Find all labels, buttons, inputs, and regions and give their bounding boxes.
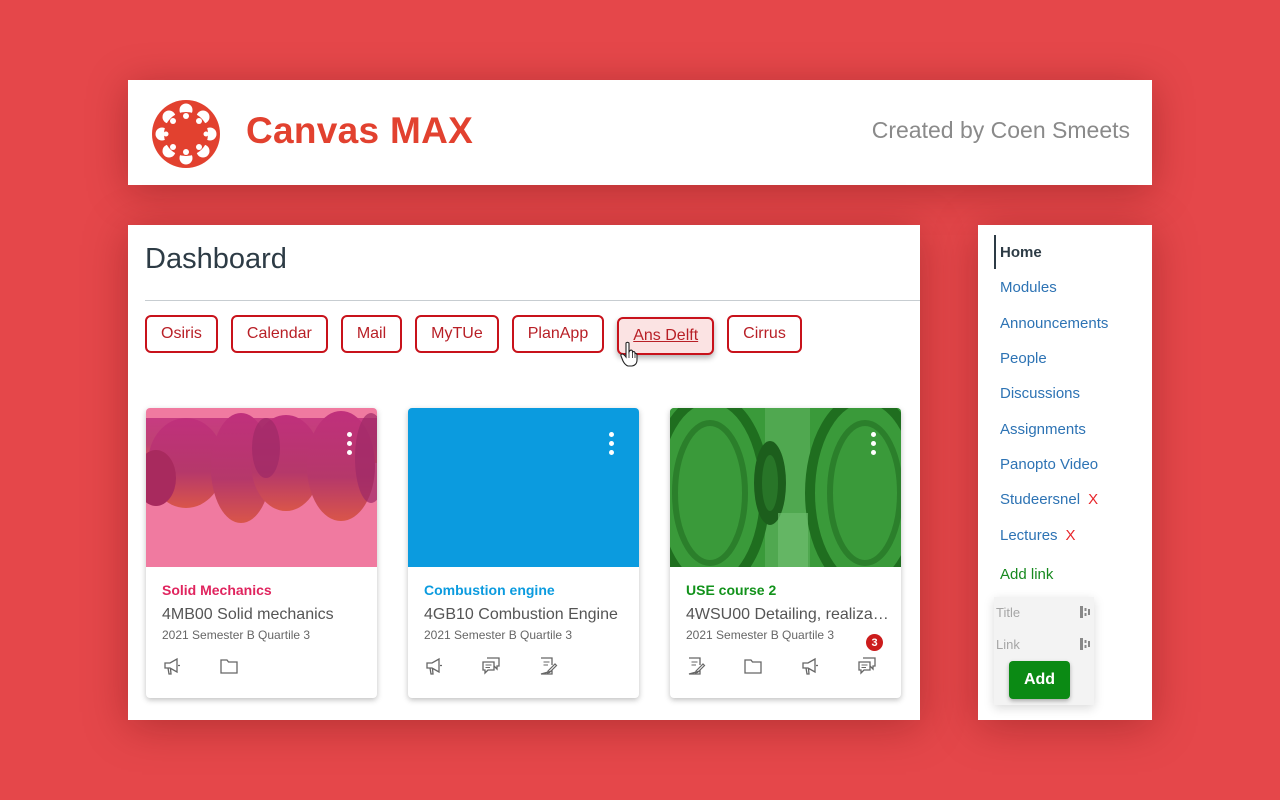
add-link-toggle[interactable]: Add link (1000, 566, 1053, 583)
link-title-input[interactable] (996, 601, 1090, 623)
app-title: Canvas MAX (246, 110, 474, 151)
canvas-max-logo-icon (152, 100, 220, 168)
course-card[interactable]: USE course 2 4WSU00 Detailing, realizati… (670, 408, 901, 698)
card-options-icon[interactable] (347, 432, 353, 455)
page-title: Dashboard (145, 243, 287, 275)
assignments-icon[interactable] (686, 656, 706, 676)
quick-link-cirrus[interactable]: Cirrus (727, 315, 802, 353)
nav-item-modules[interactable]: Modules (994, 270, 1108, 305)
announcements-icon[interactable] (162, 656, 182, 676)
quick-link-mytue[interactable]: MyTUe (415, 315, 499, 353)
nav-item-label: Assignments (1000, 420, 1086, 438)
course-cards: Solid Mechanics 4MB00 Solid mechanics 20… (146, 408, 901, 698)
remove-link-icon[interactable]: X (1088, 491, 1098, 508)
course-card-image[interactable] (670, 408, 901, 567)
card-options-icon[interactable] (609, 432, 615, 455)
unread-badge: 3 (866, 634, 883, 651)
header-banner: Canvas MAX Created by Coen Smeets (128, 80, 1152, 185)
add-link-form: Add (994, 597, 1094, 705)
nav-item-lectures[interactable]: Lectures X (994, 517, 1108, 552)
nav-item-label: Panopto Video (1000, 455, 1099, 473)
course-card[interactable]: Solid Mechanics 4MB00 Solid mechanics 20… (146, 408, 377, 698)
course-card[interactable]: Combustion engine 4GB10 Combustion Engin… (408, 408, 639, 698)
hand-cursor-icon (620, 341, 638, 367)
nav-item-discussions[interactable]: Discussions (994, 376, 1108, 411)
nav-item-home[interactable]: Home (994, 235, 1108, 270)
nav-item-label: Modules (1000, 279, 1057, 297)
password-manager-icon[interactable] (1080, 638, 1090, 650)
discussions-icon[interactable]: 3 (857, 634, 883, 676)
card-action-icons (162, 656, 239, 676)
course-card-image[interactable] (408, 408, 639, 567)
nav-item-assignments[interactable]: Assignments (994, 411, 1108, 446)
nav-item-label: Home (1000, 244, 1042, 262)
nav-item-label: People (1000, 350, 1047, 368)
nav-item-label: Lectures (1000, 526, 1058, 544)
course-name: 4GB10 Combustion Engine (424, 606, 618, 623)
discussions-icon[interactable] (481, 656, 501, 676)
course-name: 4MB00 Solid mechanics (162, 606, 334, 623)
card-options-icon[interactable] (871, 432, 877, 455)
quick-link-osiris[interactable]: Osiris (145, 315, 218, 353)
course-nav: Home Modules Announcements People Discus… (994, 235, 1108, 553)
card-action-icons: 3 (686, 634, 883, 676)
quick-link-mail[interactable]: Mail (340, 315, 403, 353)
course-nickname[interactable]: Combustion engine (424, 582, 555, 598)
crankshaft-image-icon (146, 411, 377, 523)
nav-item-label: Announcements (1000, 314, 1109, 332)
quick-link-planapp[interactable]: PlanApp (511, 315, 605, 353)
course-term: 2021 Semester B Quartile 3 (424, 628, 573, 642)
nav-item-people[interactable]: People (994, 341, 1108, 376)
course-card-image[interactable] (146, 408, 377, 567)
course-term: 2021 Semester B Quartile 3 (686, 628, 835, 642)
card-action-icons (424, 656, 558, 676)
nav-item-announcements[interactable]: Announcements (994, 306, 1108, 341)
link-url-input[interactable] (996, 633, 1090, 655)
title-divider (145, 300, 920, 301)
nav-item-studeersnel[interactable]: Studeersnel X (994, 482, 1108, 517)
files-icon[interactable] (743, 656, 763, 676)
nav-item-label: Discussions (1000, 385, 1081, 403)
course-navigation-panel: Home Modules Announcements People Discus… (978, 225, 1152, 720)
password-manager-icon[interactable] (1080, 606, 1090, 618)
remove-link-icon[interactable]: X (1066, 527, 1076, 544)
author-credit: Created by Coen Smeets (871, 117, 1130, 143)
add-link-button[interactable]: Add (1009, 661, 1070, 699)
quick-link-calendar[interactable]: Calendar (230, 315, 328, 353)
detector-image-icon (670, 408, 901, 567)
dashboard-panel: Dashboard Osiris Calendar Mail MyTUe Pla… (128, 225, 920, 720)
assignments-icon[interactable] (538, 656, 558, 676)
quick-links-bar: Osiris Calendar Mail MyTUe PlanApp Ans D… (145, 315, 802, 355)
files-icon[interactable] (219, 656, 239, 676)
course-term: 2021 Semester B Quartile 3 (162, 628, 311, 642)
course-name: 4WSU00 Detailing, realization... (686, 606, 891, 623)
nav-item-label: Studeersnel (1000, 491, 1081, 509)
course-nickname[interactable]: USE course 2 (686, 582, 776, 598)
nav-item-panopto-video[interactable]: Panopto Video (994, 447, 1108, 482)
announcements-icon[interactable] (800, 656, 820, 676)
announcements-icon[interactable] (424, 656, 444, 676)
course-nickname[interactable]: Solid Mechanics (162, 582, 272, 598)
